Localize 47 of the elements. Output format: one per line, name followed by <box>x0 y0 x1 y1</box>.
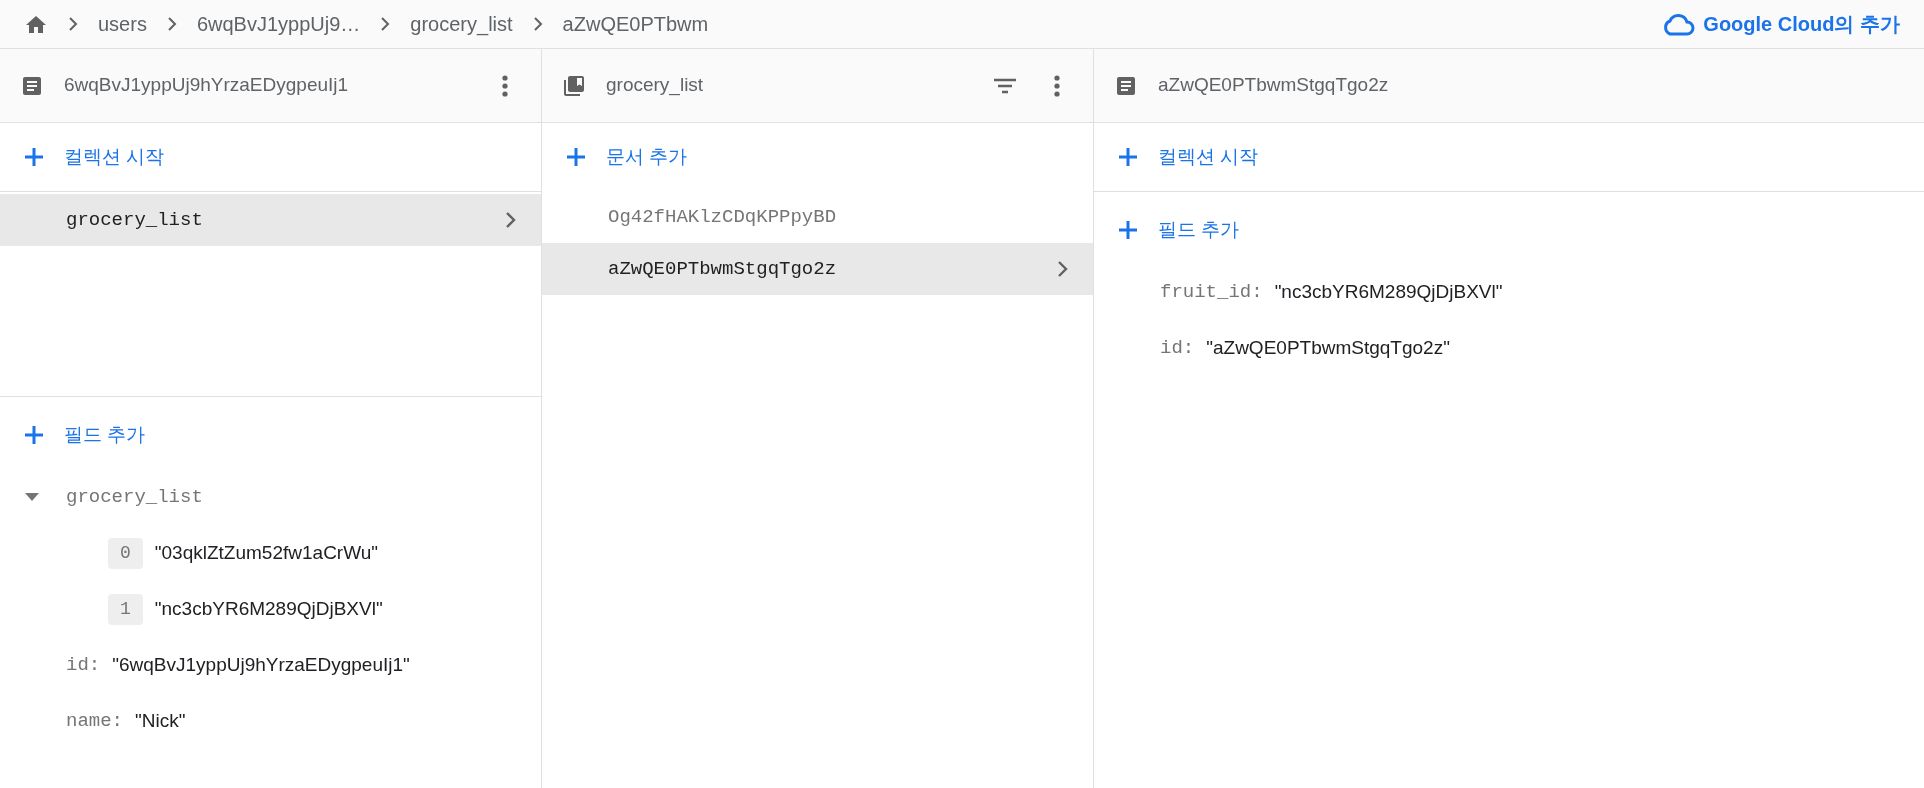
field-value: "03qklZtZum52fw1aCrWu" <box>154 540 379 565</box>
chevron-right-icon <box>532 16 543 32</box>
add-button[interactable]: 문서 추가 <box>542 123 1093 191</box>
more-vert-icon <box>502 74 508 97</box>
plus-icon <box>566 147 586 167</box>
field-key: fruit_id: <box>1160 277 1263 307</box>
home-icon[interactable] <box>24 13 48 35</box>
more-vert-icon <box>1054 74 1060 97</box>
list-item[interactable]: grocery_list <box>0 194 541 246</box>
add-button[interactable]: 컬렉션 시작 <box>0 123 541 191</box>
array-index: 1 <box>108 593 143 625</box>
breadcrumb-link[interactable]: aZwQE0PTbwm <box>562 9 709 39</box>
breadcrumb-link[interactable]: 6wqBvJ1yppUj9… <box>196 9 361 39</box>
chevron-right-icon <box>68 16 78 32</box>
panel-title: aZwQE0PTbwmStgqTgo2z <box>1158 73 1390 98</box>
collection-icon <box>562 73 586 98</box>
field-value: "nc3cbYR6M289QjDjBXVl" <box>1274 279 1503 304</box>
plus-icon <box>1118 220 1138 240</box>
field-key: id: <box>66 650 101 680</box>
array-index: 0 <box>108 537 143 569</box>
plus-icon <box>24 425 44 445</box>
breadcrumb-link[interactable]: users <box>98 9 147 39</box>
chevron-right-icon <box>1057 260 1069 278</box>
field-key: name: <box>66 706 123 736</box>
filter-icon <box>993 77 1017 94</box>
panel-title: grocery_list <box>606 73 705 98</box>
chevron-right-icon <box>166 16 177 32</box>
field-value: "nc3cbYR6M289QjDjBXVl" <box>154 596 383 621</box>
chevron-right-icon <box>380 16 391 32</box>
field-value: "Nick" <box>135 708 186 733</box>
add-button[interactable]: 필드 추가 <box>1094 196 1264 264</box>
chevron-right-icon <box>505 211 517 229</box>
breadcrumb-link[interactable]: grocery_list <box>410 9 513 39</box>
field-value: "aZwQE0PTbwmStgqTgo2z" <box>1206 335 1450 360</box>
plus-icon <box>24 147 44 167</box>
plus-icon <box>1118 147 1138 167</box>
panel-title: 6wqBvJ1yppUj9hYrzaEDygpeuIj1 <box>64 73 350 98</box>
add-button[interactable]: 필드 추가 <box>0 401 170 469</box>
caret-icon <box>24 492 40 502</box>
google-cloud-link[interactable]: Google Cloud의 추가 <box>1661 9 1900 39</box>
field-value: "6wqBvJ1yppUj9hYrzaEDygpeuIj1" <box>112 652 410 677</box>
field-key: grocery_list <box>66 482 203 512</box>
list-item[interactable]: Og42fHAKlzCDqKPPpyBD <box>542 191 1093 243</box>
list-item[interactable]: aZwQE0PTbwmStgqTgo2z <box>542 243 1093 295</box>
field-key: id: <box>1160 333 1195 363</box>
add-button[interactable]: 컬렉션 시작 <box>1094 123 1924 191</box>
cloud-icon <box>1661 12 1696 36</box>
